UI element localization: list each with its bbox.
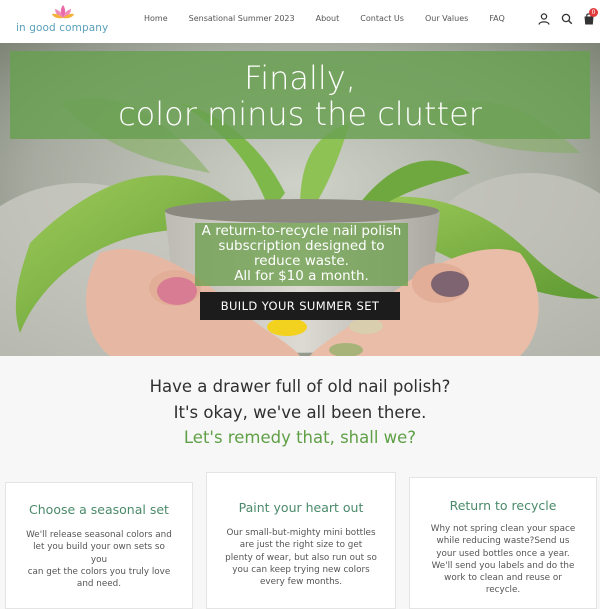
card-paint-your-heart-out: Paint your heart out Our small-but-might…: [206, 472, 396, 609]
hero-section: Finally, color minus the clutter A retur…: [0, 43, 600, 356]
main-nav: Home Sensational Summer 2023 About Conta…: [144, 13, 526, 27]
nav-our-values[interactable]: Our Values: [425, 13, 468, 27]
card-body-line: and need.: [76, 579, 122, 590]
intro-line-2: It's okay, we've all been there.: [173, 402, 427, 422]
logo-text: in good company: [16, 22, 109, 34]
card-title: Return to recycle: [449, 498, 557, 513]
card-body-line: Why not spring clean your space: [430, 524, 576, 534]
card-body-line: We'll send you labels and do the: [431, 560, 575, 571]
intro-line-1: Have a drawer full of old nail polish?: [149, 377, 451, 396]
card-body-line: We'll release seasonal colors and: [26, 530, 172, 540]
nav-faq[interactable]: FAQ: [489, 13, 505, 27]
nav-contact-us[interactable]: Contact Us: [360, 13, 404, 27]
card-body-line: let you build your own sets so you: [33, 542, 165, 565]
hero-subtitle-line: A return-to-recycle nail polish: [201, 223, 402, 239]
lotus-logo-icon: [52, 5, 74, 19]
card-body-line: work to clean and reuse or: [444, 573, 562, 584]
intro-section: Have a drawer full of old nail polish? I…: [0, 374, 600, 451]
hero-title-line-1: Finally,: [244, 59, 356, 97]
card-choose-seasonal-set: Choose a seasonal set We'll release seas…: [5, 482, 193, 609]
card-body: Our small-but-mighty mini bottles are ju…: [225, 527, 377, 588]
nav-home[interactable]: Home: [144, 13, 168, 27]
intro-line-3: Let's remedy that, shall we?: [183, 428, 417, 447]
nav-about[interactable]: About: [316, 13, 340, 27]
search-icon[interactable]: [560, 12, 574, 26]
card-body-line: are just the right size to get: [239, 540, 363, 551]
card-body-line: you can keep trying new colors: [232, 564, 370, 575]
hero-title-line-2: color minus the clutter: [118, 95, 482, 133]
card-title: Paint your heart out: [238, 500, 364, 515]
user-icon[interactable]: [537, 12, 551, 26]
card-body-line: every few months.: [259, 577, 343, 588]
card-body-line: recycle.: [485, 585, 521, 596]
card-body-line: your used bottles once a year.: [436, 548, 570, 559]
hero-subtitle-line: All for $10 a month.: [234, 268, 369, 284]
site-header: in good company Home Sensational Summer …: [0, 0, 600, 44]
cart-count-badge: 0: [589, 8, 598, 17]
card-body: We'll release seasonal colors and let yo…: [24, 529, 174, 590]
hero-subtitle: A return-to-recycle nail polish subscrip…: [195, 223, 408, 286]
card-body-line: while reducing waste?Send us: [436, 536, 570, 547]
card-return-to-recycle: Return to recycle Why not spring clean y…: [409, 477, 597, 609]
nav-sensational-summer-2023[interactable]: Sensational Summer 2023: [189, 13, 295, 27]
card-body-line: Our small-but-mighty mini bottles: [226, 528, 376, 538]
hero-subtitle-line: subscription designed to: [218, 238, 385, 254]
card-body-line: plenty of wear, but also run out so: [225, 552, 377, 563]
card-body-line: can get the colors you truly love: [27, 566, 171, 577]
card-body: Why not spring clean your space while re…: [428, 523, 578, 597]
hero-title-banner: Finally, color minus the clutter: [10, 51, 590, 139]
card-title: Choose a seasonal set: [29, 502, 169, 517]
logo[interactable]: in good company: [16, 4, 108, 38]
hero-subtitle-line: reduce waste.: [254, 253, 349, 269]
build-summer-set-button[interactable]: BUILD YOUR SUMMER SET: [200, 292, 400, 320]
hero-title: Finally, color minus the clutter: [10, 60, 590, 132]
